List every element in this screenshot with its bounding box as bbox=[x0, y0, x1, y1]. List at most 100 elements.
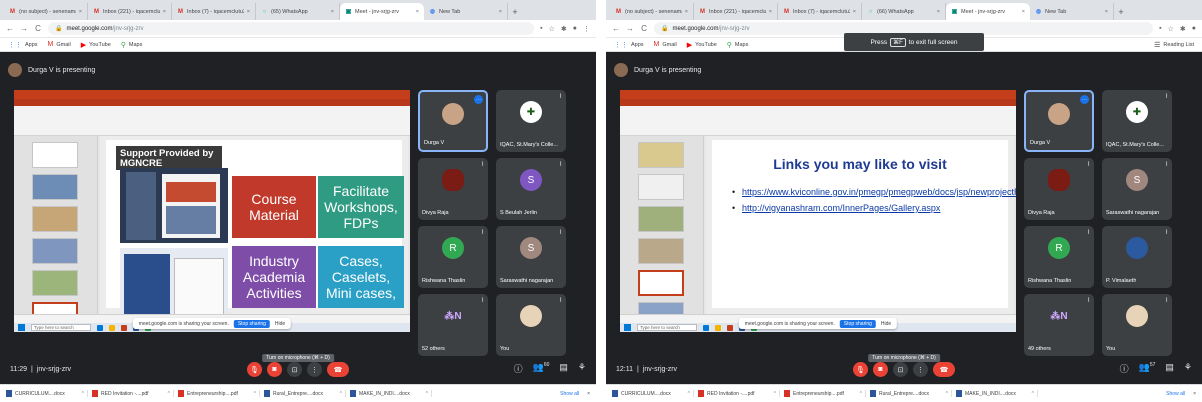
windows-start-icon[interactable] bbox=[18, 324, 25, 331]
taskbar-app-icon[interactable] bbox=[109, 324, 115, 331]
show-all-link[interactable]: Show all bbox=[1166, 391, 1185, 397]
participant-tile[interactable]: ⌇ P. Vimalaeth bbox=[1102, 226, 1172, 288]
chevron-up-icon[interactable]: ^ bbox=[254, 391, 256, 397]
slide-thumbnail[interactable] bbox=[638, 206, 684, 232]
hide-button[interactable]: Hide bbox=[881, 321, 891, 327]
chevron-up-icon[interactable]: ^ bbox=[168, 391, 170, 397]
mic-off-icon[interactable]: 🎙 bbox=[853, 362, 868, 377]
taskbar-app-icon[interactable] bbox=[121, 324, 127, 331]
reload-icon[interactable]: C bbox=[640, 24, 648, 33]
slide-thumbnail[interactable] bbox=[638, 238, 684, 264]
taskbar-app-icon[interactable] bbox=[97, 324, 103, 331]
hide-button[interactable]: Hide bbox=[275, 321, 285, 327]
stop-sharing-button[interactable]: Stop sharing bbox=[839, 319, 876, 328]
camera-icon[interactable]: ▪ bbox=[1159, 25, 1161, 32]
info-icon[interactable]: ⓘ bbox=[514, 362, 523, 375]
close-icon[interactable]: × bbox=[163, 9, 166, 15]
info-icon[interactable]: ⓘ bbox=[1120, 362, 1129, 375]
participant-tile[interactable]: ⋯ Durga V bbox=[418, 90, 488, 152]
bookmark-apps[interactable]: ⋮⋮ Apps bbox=[614, 41, 644, 49]
download-item[interactable]: Rural_Entrepre....docx ^ bbox=[870, 390, 952, 397]
participant-tile[interactable]: R ⌇ Rishwana Thaslin bbox=[418, 226, 488, 288]
star-icon[interactable]: ☆ bbox=[549, 25, 555, 33]
more-options-icon[interactable]: ⋮ bbox=[913, 362, 928, 377]
bookmark-gmail[interactable]: M Gmail bbox=[654, 41, 677, 48]
back-icon[interactable]: ← bbox=[6, 24, 14, 33]
slide-thumbnail[interactable] bbox=[638, 174, 684, 200]
browser-tab[interactable]: ◍ New Tab × bbox=[1030, 3, 1114, 20]
camera-icon[interactable]: ▪ bbox=[540, 25, 542, 32]
browser-tab[interactable]: ○ (65) WhatsApp × bbox=[256, 3, 340, 20]
close-icon[interactable]: × bbox=[769, 9, 772, 15]
close-icon[interactable]: × bbox=[587, 391, 590, 397]
close-icon[interactable]: × bbox=[1193, 391, 1196, 397]
windows-start-icon[interactable] bbox=[624, 324, 631, 331]
download-item[interactable]: CURRICULUM....docx ^ bbox=[6, 390, 88, 397]
bookmark-youtube[interactable]: ▶ YouTube bbox=[81, 41, 111, 49]
reading-list-button[interactable]: ☰ Reading List bbox=[1154, 41, 1194, 49]
participant-tile[interactable]: S ⌇ Saraswathi nagarajan bbox=[496, 226, 566, 288]
browser-tab[interactable]: M (no subject) - senenamary× bbox=[610, 3, 694, 20]
slide-thumbnail-selected[interactable] bbox=[638, 270, 684, 296]
slide-thumbnail[interactable] bbox=[32, 142, 78, 168]
participant-tile[interactable]: ⌇ Divya Raja bbox=[1024, 158, 1094, 220]
taskbar-app-icon[interactable] bbox=[727, 324, 733, 331]
extensions-icon[interactable]: ✱ bbox=[1180, 25, 1186, 33]
download-item[interactable]: Entrepreneurship....pdf ^ bbox=[178, 390, 260, 397]
download-item[interactable]: RED Invitation -....pdf ^ bbox=[698, 390, 780, 397]
close-icon[interactable]: × bbox=[247, 9, 250, 15]
browser-tab[interactable]: ○ (66) WhatsApp × bbox=[862, 3, 946, 20]
chevron-up-icon[interactable]: ^ bbox=[426, 391, 428, 397]
bookmark-maps[interactable]: ⚲ Maps bbox=[121, 41, 143, 49]
participant-tile[interactable]: ⌇ You bbox=[496, 294, 566, 356]
chevron-up-icon[interactable]: ^ bbox=[946, 391, 948, 397]
browser-tab[interactable]: ▣ Meet - jnv-srjg-zrv × bbox=[340, 3, 424, 20]
chevron-up-icon[interactable]: ^ bbox=[82, 391, 84, 397]
close-icon[interactable]: × bbox=[1022, 9, 1025, 15]
download-item[interactable]: CURRICULUM....docx ^ bbox=[612, 390, 694, 397]
participant-tile[interactable]: ⌇ Divya Raja bbox=[418, 158, 488, 220]
people-icon[interactable]: 👥60 bbox=[533, 362, 550, 375]
slide-thumbnail[interactable] bbox=[638, 142, 684, 168]
bookmark-gmail[interactable]: M Gmail bbox=[48, 41, 71, 48]
chevron-up-icon[interactable]: ^ bbox=[340, 391, 342, 397]
pin-icon[interactable]: ⋯ bbox=[1080, 95, 1089, 104]
close-icon[interactable]: × bbox=[499, 9, 502, 15]
forward-icon[interactable]: → bbox=[626, 24, 634, 33]
activities-icon[interactable]: ⚘ bbox=[1184, 362, 1192, 375]
chevron-up-icon[interactable]: ^ bbox=[1032, 391, 1034, 397]
hang-up-icon[interactable]: ☎ bbox=[933, 362, 955, 377]
reload-icon[interactable]: C bbox=[34, 24, 42, 33]
close-icon[interactable]: × bbox=[853, 9, 856, 15]
chevron-up-icon[interactable]: ^ bbox=[688, 391, 690, 397]
participant-tile[interactable]: ✚ ⌇ IQAC, St.Mary's Colle... bbox=[1102, 90, 1172, 152]
download-item[interactable]: Entrepreneurship....pdf ^ bbox=[784, 390, 866, 397]
browser-tab[interactable]: M (no subject) - senenamary× bbox=[4, 3, 88, 20]
show-all-link[interactable]: Show all bbox=[560, 391, 579, 397]
forward-icon[interactable]: → bbox=[20, 24, 28, 33]
close-icon[interactable]: × bbox=[1105, 9, 1108, 15]
download-item[interactable]: Rural_Entrepre....docx ^ bbox=[264, 390, 346, 397]
close-icon[interactable]: × bbox=[685, 9, 688, 15]
mic-off-icon[interactable]: 🎙 bbox=[247, 362, 262, 377]
menu-icon[interactable]: ⋮ bbox=[583, 25, 590, 33]
download-item[interactable]: RED Invitation -....pdf ^ bbox=[92, 390, 174, 397]
bookmark-apps[interactable]: ⋮⋮ Apps bbox=[8, 41, 38, 49]
browser-tab[interactable]: M Inbox (7) - iqacemclutu20 × bbox=[172, 3, 256, 20]
profile-avatar[interactable]: ● bbox=[573, 25, 577, 32]
profile-avatar[interactable]: ● bbox=[1192, 25, 1196, 32]
slide-thumbnail[interactable] bbox=[32, 238, 78, 264]
close-icon[interactable]: × bbox=[331, 9, 334, 15]
hang-up-icon[interactable]: ☎ bbox=[327, 362, 349, 377]
chevron-up-icon[interactable]: ^ bbox=[860, 391, 862, 397]
browser-tab[interactable]: ▣ Meet - jnv-srjg-zrv × bbox=[946, 3, 1030, 20]
slide-link[interactable]: http://vigyanashram.com/InnerPages/Galle… bbox=[732, 202, 990, 214]
slide-thumbnail[interactable] bbox=[32, 174, 78, 200]
participant-tile[interactable]: S ⌇ Saraswathi nagarajan bbox=[1102, 158, 1172, 220]
stop-sharing-button[interactable]: Stop sharing bbox=[233, 319, 270, 328]
participant-tile[interactable]: ⌇ You bbox=[1102, 294, 1172, 356]
camera-off-icon[interactable]: ◙ bbox=[873, 362, 888, 377]
download-item[interactable]: MAKE_IN_INDI....docx ^ bbox=[350, 390, 432, 397]
browser-tab[interactable]: M Inbox (7) - iqacemclutu20 × bbox=[778, 3, 862, 20]
close-icon[interactable]: × bbox=[79, 9, 82, 15]
